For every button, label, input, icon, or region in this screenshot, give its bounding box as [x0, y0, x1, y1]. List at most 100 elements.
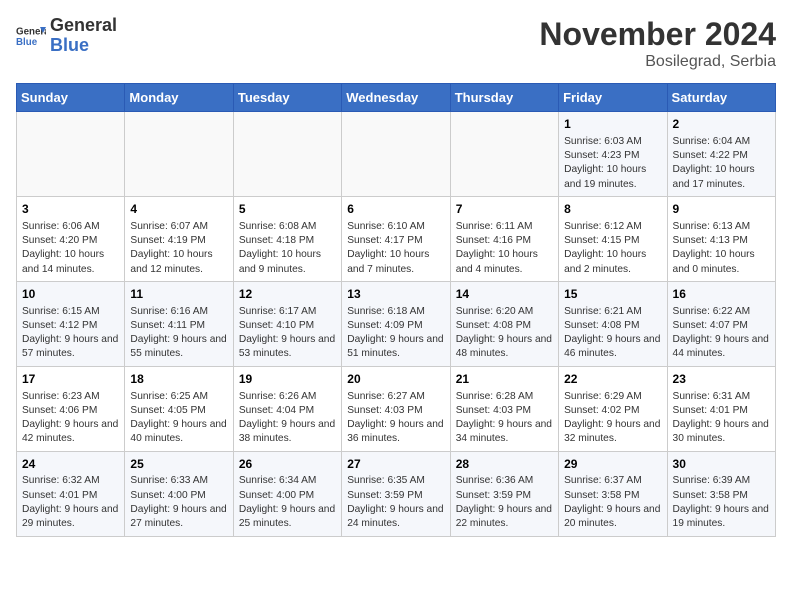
- month-title: November 2024: [539, 16, 776, 53]
- day-info: Sunrise: 6:06 AM Sunset: 4:20 PM Dayligh…: [22, 220, 119, 277]
- calendar-cell: 5 Sunrise: 6:08 AM Sunset: 4:18 PM Daylig…: [233, 196, 341, 281]
- col-monday: Monday: [125, 84, 233, 112]
- calendar-cell: [233, 112, 341, 197]
- col-thursday: Thursday: [450, 84, 558, 112]
- day-number: 20: [347, 371, 444, 388]
- calendar-cell: 7Sunrise: 6:11 AM Sunset: 4:16 PM Daylig…: [450, 196, 558, 281]
- calendar-cell: 18Sunrise: 6:25 AM Sunset: 4:05 PM Dayli…: [125, 366, 233, 451]
- calendar-header: Sunday Monday Tuesday Wednesday Thursday…: [17, 84, 776, 112]
- day-info: Sunrise: 6:27 AM Sunset: 4:03 PM Dayligh…: [347, 390, 444, 447]
- calendar-cell: 10 Sunrise: 6:15 AM Sunset: 4:12 PM Dayli…: [17, 281, 125, 366]
- day-info: Sunrise: 6:29 AM Sunset: 4:02 PM Dayligh…: [564, 390, 661, 447]
- day-number: 13: [347, 286, 444, 303]
- day-info: Sunrise: 6:16 AM Sunset: 4:11 PM Dayligh…: [130, 305, 227, 362]
- calendar-week-4: 24Sunrise: 6:32 AM Sunset: 4:01 PM Dayli…: [17, 451, 776, 536]
- day-info: Sunrise: 6:18 AM Sunset: 4:09 PM Dayligh…: [347, 305, 444, 362]
- day-info: Sunrise: 6:22 AM Sunset: 4:07 PM Dayligh…: [673, 305, 770, 362]
- logo-blue: Blue: [50, 35, 89, 55]
- day-info: Sunrise: 6:04 AM Sunset: 4:22 PM Dayligh…: [673, 135, 770, 192]
- day-info: Sunrise: 6:23 AM Sunset: 4:06 PM Dayligh…: [22, 390, 119, 447]
- day-info: Sunrise: 6:25 AM Sunset: 4:05 PM Dayligh…: [130, 390, 227, 447]
- day-info: Sunrise: 6:37 AM Sunset: 3:58 PM Dayligh…: [564, 474, 661, 531]
- calendar-cell: 12 Sunrise: 6:17 AM Sunset: 4:10 PM Dayli…: [233, 281, 341, 366]
- day-number: 10: [22, 286, 119, 303]
- day-number: 21: [456, 371, 553, 388]
- calendar-cell: [342, 112, 450, 197]
- day-info: Sunrise: 6:35 AM Sunset: 3:59 PM Dayligh…: [347, 474, 444, 531]
- page-header: General Blue General Blue November 2024 …: [16, 16, 776, 71]
- day-number: 29: [564, 456, 661, 473]
- day-number: 4: [130, 201, 227, 218]
- day-number: 9: [673, 201, 770, 218]
- day-info: Sunrise: 6:31 AM Sunset: 4:01 PM Dayligh…: [673, 390, 770, 447]
- calendar-week-0: 1 Sunrise: 6:03 AM Sunset: 4:23 PM Daylig…: [17, 112, 776, 197]
- day-number: 30: [673, 456, 770, 473]
- day-info: Sunrise: 6:21 AM Sunset: 4:08 PM Dayligh…: [564, 305, 661, 362]
- location: Bosilegrad, Serbia: [539, 53, 776, 71]
- calendar-cell: 3Sunrise: 6:06 AM Sunset: 4:20 PM Daylig…: [17, 196, 125, 281]
- day-info: Sunrise: 6:15 AM Sunset: 4:12 PM Dayligh…: [22, 305, 119, 362]
- day-number: 28: [456, 456, 553, 473]
- calendar-cell: 13 Sunrise: 6:18 AM Sunset: 4:09 PM Dayli…: [342, 281, 450, 366]
- day-number: 23: [673, 371, 770, 388]
- calendar-cell: 19 Sunrise: 6:26 AM Sunset: 4:04 PM Dayli…: [233, 366, 341, 451]
- col-friday: Friday: [559, 84, 667, 112]
- day-number: 12: [239, 286, 336, 303]
- calendar-cell: [450, 112, 558, 197]
- day-info: Sunrise: 6:34 AM Sunset: 4:00 PM Dayligh…: [239, 474, 336, 531]
- calendar-body: 1 Sunrise: 6:03 AM Sunset: 4:23 PM Daylig…: [17, 112, 776, 537]
- day-info: Sunrise: 6:17 AM Sunset: 4:10 PM Dayligh…: [239, 305, 336, 362]
- calendar-cell: 17Sunrise: 6:23 AM Sunset: 4:06 PM Dayli…: [17, 366, 125, 451]
- calendar-cell: 29Sunrise: 6:37 AM Sunset: 3:58 PM Dayli…: [559, 451, 667, 536]
- calendar-cell: 30Sunrise: 6:39 AM Sunset: 3:58 PM Dayli…: [667, 451, 775, 536]
- day-info: Sunrise: 6:03 AM Sunset: 4:23 PM Dayligh…: [564, 135, 661, 192]
- day-info: Sunrise: 6:08 AM Sunset: 4:18 PM Dayligh…: [239, 220, 336, 277]
- calendar-cell: 28Sunrise: 6:36 AM Sunset: 3:59 PM Dayli…: [450, 451, 558, 536]
- calendar-cell: 4Sunrise: 6:07 AM Sunset: 4:19 PM Daylig…: [125, 196, 233, 281]
- day-number: 25: [130, 456, 227, 473]
- day-number: 14: [456, 286, 553, 303]
- logo-icon: General Blue: [16, 21, 46, 51]
- calendar-week-1: 3Sunrise: 6:06 AM Sunset: 4:20 PM Daylig…: [17, 196, 776, 281]
- logo-general: General: [50, 15, 117, 35]
- calendar-cell: 22Sunrise: 6:29 AM Sunset: 4:02 PM Dayli…: [559, 366, 667, 451]
- day-info: Sunrise: 6:33 AM Sunset: 4:00 PM Dayligh…: [130, 474, 227, 531]
- day-number: 5: [239, 201, 336, 218]
- day-info: Sunrise: 6:10 AM Sunset: 4:17 PM Dayligh…: [347, 220, 444, 277]
- calendar-cell: 21 Sunrise: 6:28 AM Sunset: 4:03 PM Dayli…: [450, 366, 558, 451]
- logo-text: General Blue: [50, 16, 117, 56]
- day-info: Sunrise: 6:32 AM Sunset: 4:01 PM Dayligh…: [22, 474, 119, 531]
- day-info: Sunrise: 6:28 AM Sunset: 4:03 PM Dayligh…: [456, 390, 553, 447]
- day-number: 19: [239, 371, 336, 388]
- calendar-cell: 6 Sunrise: 6:10 AM Sunset: 4:17 PM Daylig…: [342, 196, 450, 281]
- calendar-cell: 9Sunrise: 6:13 AM Sunset: 4:13 PM Daylig…: [667, 196, 775, 281]
- day-number: 1: [564, 116, 661, 133]
- header-row: Sunday Monday Tuesday Wednesday Thursday…: [17, 84, 776, 112]
- day-number: 27: [347, 456, 444, 473]
- day-info: Sunrise: 6:11 AM Sunset: 4:16 PM Dayligh…: [456, 220, 553, 277]
- day-number: 8: [564, 201, 661, 218]
- day-number: 2: [673, 116, 770, 133]
- calendar-cell: 1 Sunrise: 6:03 AM Sunset: 4:23 PM Daylig…: [559, 112, 667, 197]
- col-tuesday: Tuesday: [233, 84, 341, 112]
- calendar-cell: [125, 112, 233, 197]
- day-info: Sunrise: 6:26 AM Sunset: 4:04 PM Dayligh…: [239, 390, 336, 447]
- calendar-cell: 20 Sunrise: 6:27 AM Sunset: 4:03 PM Dayli…: [342, 366, 450, 451]
- day-number: 16: [673, 286, 770, 303]
- day-number: 24: [22, 456, 119, 473]
- calendar-cell: 11Sunrise: 6:16 AM Sunset: 4:11 PM Dayli…: [125, 281, 233, 366]
- col-saturday: Saturday: [667, 84, 775, 112]
- calendar-cell: 23 Sunrise: 6:31 AM Sunset: 4:01 PM Dayli…: [667, 366, 775, 451]
- day-info: Sunrise: 6:36 AM Sunset: 3:59 PM Dayligh…: [456, 474, 553, 531]
- calendar-week-3: 17Sunrise: 6:23 AM Sunset: 4:06 PM Dayli…: [17, 366, 776, 451]
- col-wednesday: Wednesday: [342, 84, 450, 112]
- calendar-cell: [17, 112, 125, 197]
- day-number: 6: [347, 201, 444, 218]
- day-info: Sunrise: 6:12 AM Sunset: 4:15 PM Dayligh…: [564, 220, 661, 277]
- calendar-cell: 25Sunrise: 6:33 AM Sunset: 4:00 PM Dayli…: [125, 451, 233, 536]
- logo: General Blue General Blue: [16, 16, 117, 56]
- day-info: Sunrise: 6:39 AM Sunset: 3:58 PM Dayligh…: [673, 474, 770, 531]
- calendar-cell: 2 Sunrise: 6:04 AM Sunset: 4:22 PM Daylig…: [667, 112, 775, 197]
- calendar-cell: 14Sunrise: 6:20 AM Sunset: 4:08 PM Dayli…: [450, 281, 558, 366]
- day-number: 15: [564, 286, 661, 303]
